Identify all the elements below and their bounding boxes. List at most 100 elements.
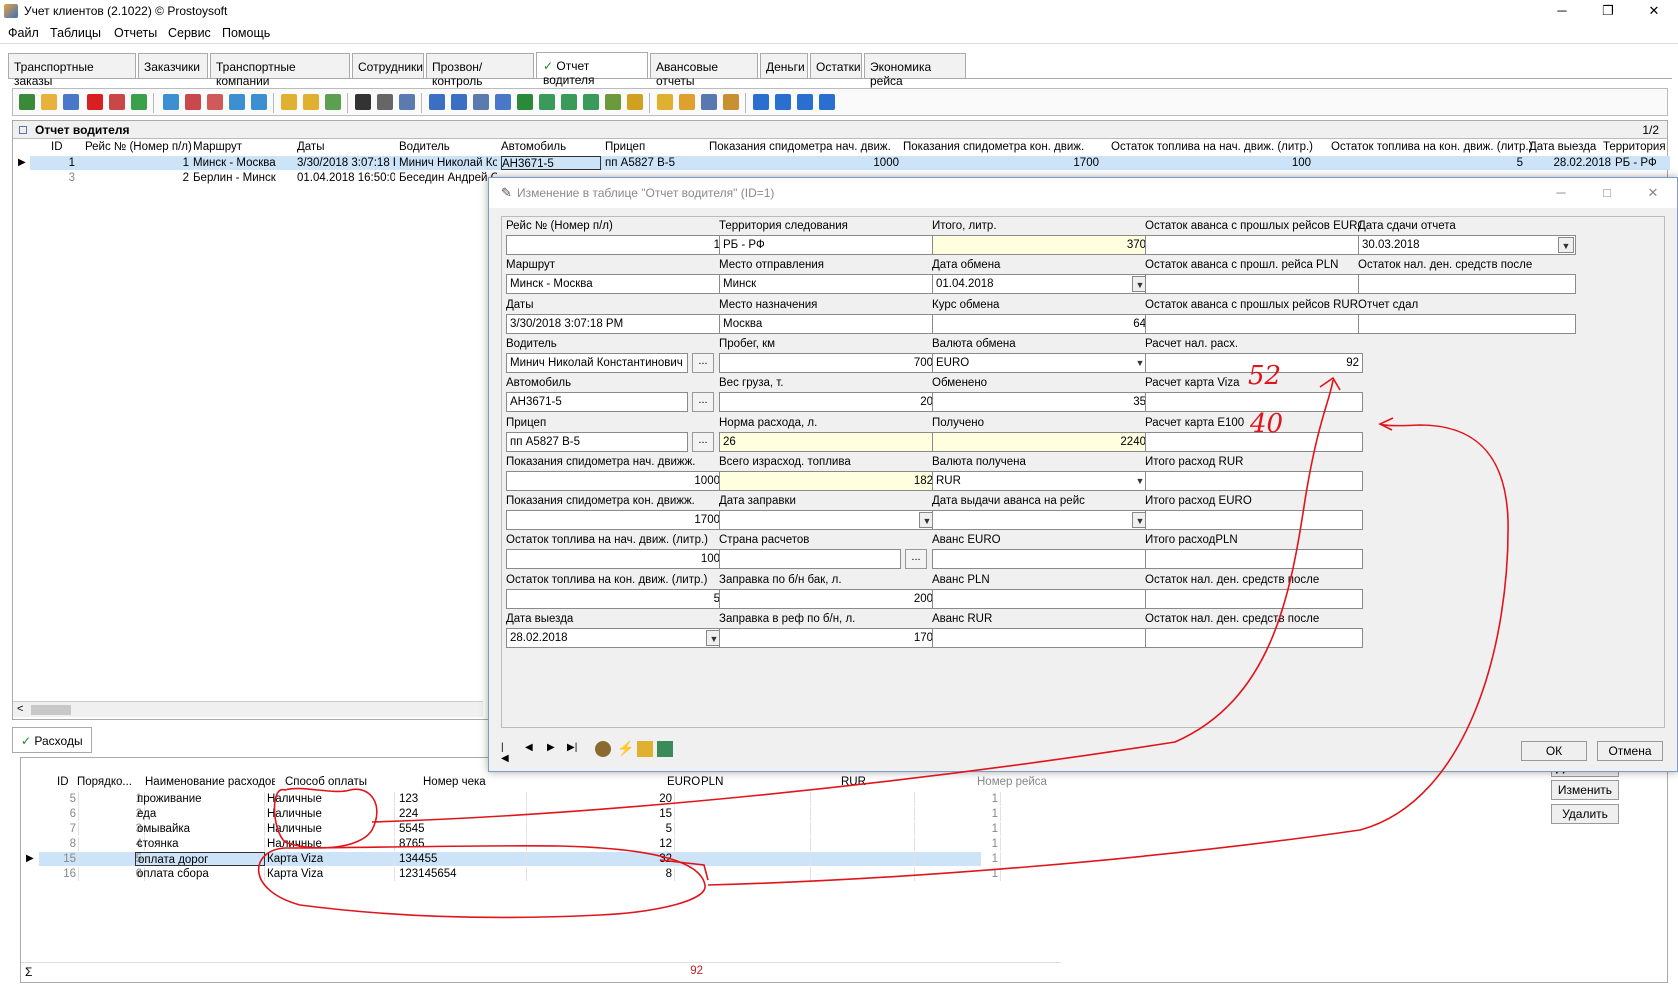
export-table-icon[interactable] <box>583 94 599 110</box>
table-cell[interactable]: еда <box>135 807 265 821</box>
export-report-icon[interactable] <box>605 94 621 110</box>
collapse-icon[interactable] <box>19 126 27 134</box>
table-cell[interactable]: 5 <box>525 822 675 836</box>
cell[interactable]: Минич Николай Кон <box>399 156 497 170</box>
new-icon[interactable] <box>19 94 35 110</box>
table-cell[interactable]: 20 <box>525 792 675 806</box>
print-icon[interactable] <box>377 94 393 110</box>
filter-icon[interactable] <box>163 94 179 110</box>
table-cell[interactable]: 16 <box>57 867 79 881</box>
table-cell[interactable]: 15 <box>57 852 79 866</box>
table-cell[interactable]: Наличные <box>265 822 395 836</box>
table-cell[interactable]: 12 <box>525 837 675 851</box>
table-cell[interactable]: 5 <box>57 792 79 806</box>
cell[interactable]: РБ - РФ <box>1615 156 1669 170</box>
table-cell[interactable]: оплата сбора <box>135 867 265 881</box>
table-cell[interactable]: 8 <box>57 837 79 851</box>
chevron-down-icon[interactable]: ▼ <box>1558 237 1574 253</box>
cell[interactable]: 01.04.2018 16:50:09 <box>297 171 395 185</box>
cell[interactable]: Минск - Москва <box>193 156 293 170</box>
cell[interactable]: 1 <box>85 156 189 170</box>
field-input[interactable]: 182 <box>719 470 937 491</box>
table-cell[interactable]: Наличные <box>265 792 395 806</box>
cell[interactable]: 1 <box>49 156 75 170</box>
field-input[interactable]: 01.04.2018 ▼ <box>932 274 1150 295</box>
dialog-maximize-button[interactable]: □ <box>1597 184 1617 202</box>
cell[interactable]: 1000 <box>709 156 899 170</box>
table-cell[interactable]: Наличные <box>265 807 395 821</box>
col-route[interactable]: Маршрут <box>193 141 285 155</box>
tab-employees[interactable]: Сотрудники <box>352 53 424 78</box>
table-cell[interactable]: 32 <box>525 852 675 866</box>
table-cell[interactable]: 6 <box>57 807 79 821</box>
field-input[interactable]: ▼ <box>719 510 937 531</box>
table-cell[interactable] <box>785 807 915 821</box>
field-input[interactable]: 3/30/2018 3:07:18 PM <box>506 313 724 334</box>
col-dates[interactable]: Даты <box>297 141 377 155</box>
field-input[interactable] <box>932 628 1150 648</box>
cell[interactable]: 100 <box>1103 156 1311 170</box>
field-input[interactable] <box>1145 470 1363 491</box>
ok-button[interactable]: ОК <box>1521 741 1587 761</box>
field-input[interactable]: 700 <box>719 352 937 373</box>
delete-all-icon[interactable] <box>109 94 125 110</box>
field-input[interactable]: 35 <box>932 392 1150 413</box>
tab-expenses[interactable]: ✓ Расходы <box>12 727 92 753</box>
col-driver[interactable]: Водитель <box>399 141 491 155</box>
field-input[interactable] <box>932 549 1150 570</box>
field-input[interactable] <box>1145 510 1363 531</box>
table-cell[interactable]: омывайка <box>135 822 265 836</box>
filter-edit-icon[interactable] <box>229 94 245 110</box>
browse-button[interactable]: ... <box>905 549 927 570</box>
filter-funnel-icon[interactable] <box>281 94 297 110</box>
table-cell[interactable]: проживание <box>135 792 265 806</box>
table-cell[interactable]: 1 <box>917 867 1001 881</box>
settings-icon[interactable] <box>723 94 739 110</box>
table-cell[interactable]: стоянка <box>135 837 265 851</box>
col-trailer[interactable]: Прицеп <box>605 141 695 155</box>
tab-calls[interactable]: Прозвон/контроль <box>426 53 534 88</box>
first-icon[interactable]: |◀ <box>501 742 509 764</box>
delete-icon[interactable] <box>87 94 103 110</box>
export-doc-icon[interactable] <box>451 94 467 110</box>
scroll-left-icon[interactable]: < <box>17 703 23 715</box>
export-pdf-icon[interactable] <box>473 94 489 110</box>
field-input[interactable]: 1700 <box>506 510 724 531</box>
field-input[interactable]: 20 <box>719 392 937 413</box>
table-cell[interactable]: 5545 <box>397 822 527 836</box>
field-input[interactable]: 370 <box>932 235 1150 255</box>
field-input[interactable]: 28.02.2018 ▼ <box>506 628 724 648</box>
col-car[interactable]: Автомобиль <box>501 141 591 155</box>
copy-icon[interactable] <box>63 94 79 110</box>
field-input[interactable]: RUR ▼ <box>932 470 1150 491</box>
cell[interactable]: пп А5827 В-5 <box>605 156 705 170</box>
field-input[interactable] <box>1145 588 1363 609</box>
refresh-icon[interactable] <box>131 94 147 110</box>
table-cell[interactable]: 1 <box>917 807 1001 821</box>
field-input[interactable]: 1000 <box>506 470 724 491</box>
table-cell[interactable]: Карта Viza <box>265 867 395 881</box>
field-input[interactable] <box>1145 274 1363 295</box>
cell[interactable]: 3/30/2018 3:07:18 F <box>297 156 395 170</box>
table-cell[interactable]: 1 <box>917 852 1001 866</box>
field-input[interactable]: Минск <box>719 274 937 295</box>
table-cell[interactable]: 8 <box>525 867 675 881</box>
edit-button[interactable]: Изменить <box>1551 780 1619 800</box>
table-cell[interactable]: Наличные <box>265 837 395 851</box>
filter-group-icon[interactable] <box>303 94 319 110</box>
table-cell[interactable]: 15 <box>525 807 675 821</box>
tab-transport-companies[interactable]: Транспортные компании <box>210 53 350 88</box>
find-icon[interactable] <box>355 94 371 110</box>
field-input[interactable] <box>719 549 901 570</box>
field-input[interactable]: 100 <box>506 549 724 570</box>
menu-reports[interactable]: Отчеты <box>114 26 157 40</box>
edit-icon[interactable] <box>41 94 57 110</box>
col-exp-payment[interactable]: Способ оплаты <box>285 776 415 790</box>
col-exp-rur[interactable]: RUR <box>841 776 877 790</box>
col-exp-euro[interactable]: EURO <box>667 776 703 790</box>
export-word-icon[interactable] <box>429 94 445 110</box>
col-fuel-start[interactable]: Остаток топлива на нач. движ. (литр.) <box>1111 141 1321 155</box>
col-exp-pln[interactable]: PLN <box>701 776 737 790</box>
tab-advance-reports[interactable]: Авансовые отчеты <box>650 53 758 88</box>
dialog-close-button[interactable]: ✕ <box>1643 184 1663 202</box>
